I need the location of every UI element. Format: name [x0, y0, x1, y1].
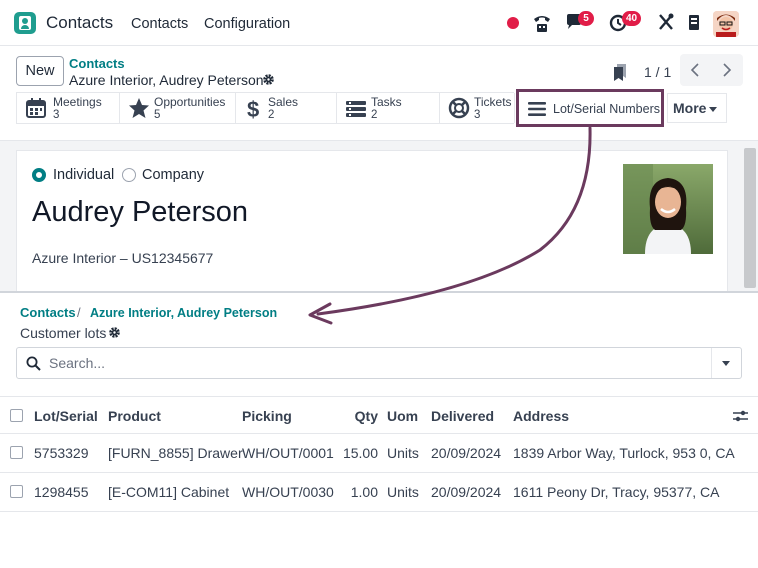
radio-individual-label[interactable]: Individual	[53, 167, 114, 183]
radio-company[interactable]	[122, 168, 136, 182]
new-button[interactable]: New	[16, 56, 64, 86]
pager-next-button[interactable]	[711, 54, 743, 86]
column-product[interactable]: Product	[108, 408, 161, 424]
column-uom[interactable]: Uom	[387, 408, 418, 424]
phone-icon[interactable]	[532, 12, 552, 39]
opportunities-count: 5	[154, 109, 161, 121]
sales-label: Sales	[268, 95, 299, 109]
cell-uom: Units	[387, 445, 419, 461]
breadcrumb-separator: /	[77, 305, 81, 320]
column-picking[interactable]: Picking	[242, 408, 292, 424]
search-icon	[26, 356, 41, 371]
cell-lot-serial: 1298455	[34, 484, 89, 500]
table-row[interactable]: 5753329 [FURN_8855] Drawer WH/OUT/0001 1…	[0, 434, 758, 473]
meetings-count: 3	[53, 109, 60, 121]
svg-text:$: $	[247, 97, 259, 121]
search-bar	[16, 347, 742, 379]
tools-icon[interactable]	[657, 12, 675, 37]
lots-breadcrumb-contacts[interactable]: Contacts	[20, 305, 76, 320]
cell-uom: Units	[387, 484, 419, 500]
tasks-count: 2	[371, 109, 378, 121]
menu-contacts[interactable]: Contacts	[131, 16, 188, 32]
tickets-smart-button[interactable]: Tickets 3	[440, 93, 515, 123]
pager-previous-button[interactable]	[680, 54, 712, 86]
breadcrumb-current-record: Azure Interior, Audrey Peterson	[69, 72, 264, 88]
tasks-list-icon	[345, 97, 367, 124]
contact-company-line[interactable]: Azure Interior – US12345677	[32, 250, 213, 266]
smart-button-row: Meetings 3 Opportunities 5 $ Sales 2 Tas…	[16, 92, 515, 124]
cell-picking: WH/OUT/0001	[242, 445, 334, 461]
column-qty[interactable]: Qty	[340, 408, 378, 424]
lots-page-title: Customer lots	[20, 325, 107, 341]
lot-serial-numbers-label: Lot/Serial Numbers	[553, 102, 660, 116]
spreadsheet-icon[interactable]	[687, 12, 701, 37]
tasks-label: Tasks	[371, 95, 402, 109]
search-options-toggle[interactable]	[711, 348, 741, 378]
recording-dot-icon[interactable]	[507, 17, 519, 29]
bookmark-icon[interactable]	[612, 63, 628, 86]
radio-individual[interactable]	[32, 168, 46, 182]
opportunities-smart-button[interactable]: Opportunities 5	[120, 93, 236, 123]
tasks-smart-button[interactable]: Tasks 2	[337, 93, 440, 123]
app-title[interactable]: Contacts	[46, 13, 113, 33]
gear-icon[interactable]	[108, 326, 121, 344]
opportunities-label: Opportunities	[154, 95, 226, 109]
contact-name[interactable]: Audrey Peterson	[32, 196, 248, 229]
column-delivered[interactable]: Delivered	[431, 408, 494, 424]
cell-address: 1839 Arbor Way, Turlock, 953 0, CA	[513, 445, 735, 461]
cell-qty: 1.00	[350, 484, 378, 500]
menu-configuration[interactable]: Configuration	[204, 16, 290, 32]
cell-delivered: 20/09/2024	[431, 445, 502, 461]
cell-address: 1611 Peony Dr, Tracy, 95377, CA	[513, 484, 720, 500]
search-input[interactable]	[47, 353, 707, 373]
column-address[interactable]: Address	[513, 408, 569, 424]
user-avatar[interactable]	[713, 11, 739, 37]
sales-count: 2	[268, 109, 275, 121]
cell-lot-serial: 5753329	[34, 445, 89, 461]
contact-photo[interactable]	[623, 164, 713, 254]
table-header-row: Lot/Serial Product Picking Qty Uom Deliv…	[0, 396, 758, 434]
cell-delivered: 20/09/2024	[431, 484, 502, 500]
vertical-scrollbar[interactable]	[744, 148, 756, 288]
lifebuoy-icon	[448, 97, 470, 124]
table-row[interactable]: 1298455 [E-COM11] Cabinet WH/OUT/0030 1.…	[0, 473, 758, 512]
meetings-smart-button[interactable]: Meetings 3	[17, 93, 120, 123]
meetings-label: Meetings	[53, 95, 102, 109]
column-options-icon[interactable]	[733, 409, 748, 428]
calendar-icon	[25, 97, 47, 124]
bars-icon	[528, 102, 546, 116]
column-lot-serial[interactable]: Lot/Serial	[34, 408, 98, 424]
lots-breadcrumb-record[interactable]: Azure Interior, Audrey Peterson	[90, 306, 277, 320]
cell-product: [FURN_8855] Drawer	[108, 445, 243, 461]
tickets-label: Tickets	[474, 95, 512, 109]
top-navbar: Contacts Contacts Configuration 5 40	[0, 0, 758, 46]
lot-serial-numbers-smart-button[interactable]: Lot/Serial Numbers	[516, 89, 664, 127]
tickets-count: 3	[474, 109, 481, 121]
activity-count-badge: 40	[622, 11, 642, 26]
chat-count-badge: 5	[578, 11, 594, 26]
more-dropdown-button[interactable]: More	[667, 93, 727, 123]
pager-value[interactable]: 1 / 1	[644, 64, 671, 80]
row-checkbox[interactable]	[10, 446, 23, 459]
cell-qty: 15.00	[342, 445, 378, 461]
radio-company-label[interactable]: Company	[142, 167, 204, 183]
star-icon	[128, 97, 150, 124]
row-checkbox[interactable]	[10, 485, 23, 498]
chevron-left-icon	[690, 63, 699, 77]
more-label: More	[673, 100, 707, 116]
select-all-checkbox[interactable]	[10, 409, 23, 422]
breadcrumb-contacts[interactable]: Contacts	[69, 56, 125, 71]
chevron-right-icon	[723, 63, 732, 77]
cell-product: [E-COM11] Cabinet	[108, 484, 230, 500]
caret-down-icon	[709, 107, 717, 112]
contacts-app-icon[interactable]	[14, 12, 36, 34]
dollar-icon: $	[246, 97, 262, 126]
cell-picking: WH/OUT/0030	[242, 484, 334, 500]
sales-smart-button[interactable]: $ Sales 2	[236, 93, 337, 123]
gear-icon[interactable]	[262, 73, 275, 91]
